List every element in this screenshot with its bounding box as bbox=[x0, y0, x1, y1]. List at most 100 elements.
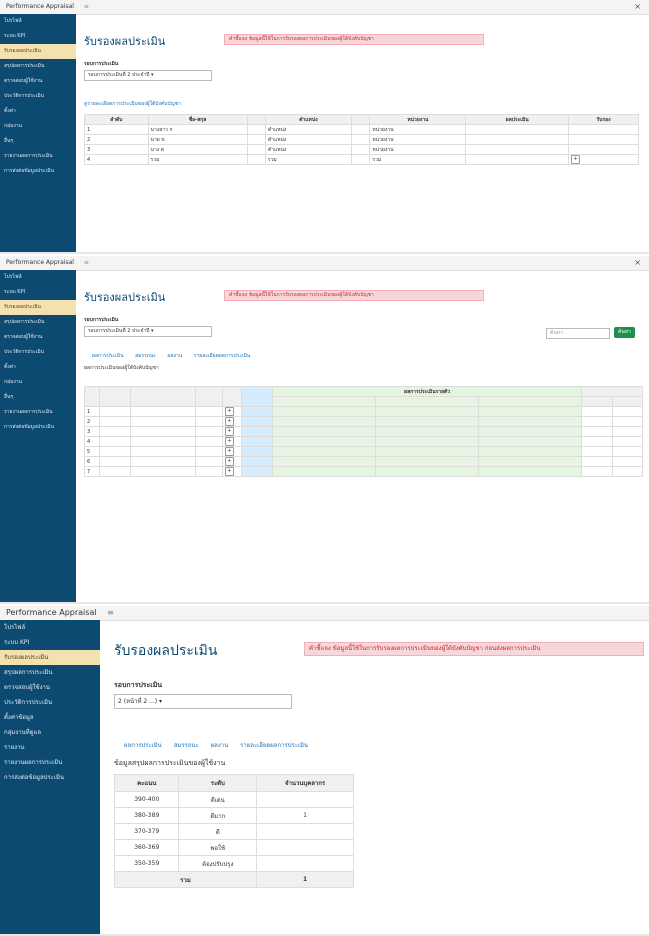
sidebar-item[interactable]: อื่นๆ bbox=[0, 390, 76, 405]
row-action-button[interactable]: + bbox=[225, 417, 234, 426]
panel-2-close-icon[interactable]: × bbox=[634, 256, 641, 270]
cell bbox=[465, 124, 570, 135]
cell bbox=[465, 154, 570, 165]
tab[interactable]: ผลงาน bbox=[211, 742, 229, 749]
col-header bbox=[84, 386, 100, 407]
cell: พอใช้ bbox=[178, 839, 258, 856]
cell: หน่วยงาน bbox=[369, 134, 467, 145]
row-action-button[interactable]: + bbox=[225, 407, 234, 416]
cell bbox=[256, 839, 354, 856]
col-header: ผลประเมิน bbox=[465, 114, 570, 125]
cell: 350-359 bbox=[113, 855, 180, 872]
page-title: รับรองผลประเมิน bbox=[84, 35, 166, 48]
sidebar-item[interactable]: ประวัติการประเมิน bbox=[0, 345, 76, 360]
round-select[interactable]: 2 (หน้าที่ 2 ...) ▾ bbox=[114, 694, 292, 709]
panel-2-menu-icon[interactable]: ≡ bbox=[84, 259, 89, 266]
sidebar-item[interactable]: รายงานผลการประเมิน bbox=[0, 755, 100, 770]
panel-1-close-icon[interactable]: × bbox=[634, 0, 641, 14]
cell: ตำแหน่ง bbox=[264, 144, 353, 155]
sidebar-item[interactable]: ประวัติการประเมิน bbox=[0, 695, 100, 710]
sidebar-item[interactable]: การส่งต่อข้อมูลประเมิน bbox=[0, 770, 100, 785]
cell bbox=[351, 154, 371, 165]
cell: นางสาว ก bbox=[147, 124, 248, 135]
alert-banner: คำชี้แจง ข้อมูลนี้ใช้ในการรับรองผลการประ… bbox=[224, 34, 484, 45]
sidebar-item[interactable]: ตรวจสอบผู้ใช้งาน bbox=[0, 330, 76, 345]
sidebar-item[interactable]: สรุปผลการประเมิน bbox=[0, 59, 76, 74]
sidebar-item[interactable]: ระบบ KPI bbox=[0, 29, 76, 44]
sidebar-item[interactable]: ระบบ KPI bbox=[0, 285, 76, 300]
page-title: รับรองผลประเมิน bbox=[114, 643, 218, 659]
tab[interactable]: รายละเอียดผลการประเมิน bbox=[240, 742, 308, 749]
cell: 2 bbox=[84, 416, 100, 427]
sidebar-item[interactable]: อื่นๆ bbox=[0, 134, 76, 149]
panel-1-menu-icon[interactable]: ≡ bbox=[84, 3, 89, 10]
row-action-button[interactable]: + bbox=[225, 447, 234, 456]
tab[interactable]: ผลการประเมิน bbox=[124, 742, 162, 749]
tab[interactable]: รายละเอียดผลการประเมิน bbox=[194, 353, 251, 359]
panel-3-menu-icon[interactable]: ≡ bbox=[107, 608, 114, 617]
cell: ตำแหน่ง bbox=[264, 124, 353, 135]
cell: รวม bbox=[264, 154, 353, 165]
sidebar-item-active[interactable]: รับรองผลประเมิน bbox=[0, 44, 76, 59]
table-row: 6 + bbox=[84, 456, 644, 467]
sidebar-item[interactable]: ตั้งค่าข้อมูล bbox=[0, 710, 100, 725]
sidebar-item[interactable]: โปรไฟล์ bbox=[0, 620, 100, 635]
sidebar-item[interactable]: ตรวจสอบผู้ใช้งาน bbox=[0, 74, 76, 89]
sidebar-item[interactable]: โปรไฟล์ bbox=[0, 270, 76, 285]
table-row: 1 นางสาว ก ตำแหน่ง หน่วยงาน bbox=[84, 124, 639, 135]
panel-1: Performance Appraisal ≡ × โปรไฟล์ ระบบ K… bbox=[0, 0, 649, 254]
sidebar-item-active[interactable]: รับรองผลประเมิน bbox=[0, 300, 76, 315]
sidebar-item[interactable]: สรุปผลการประเมิน bbox=[0, 315, 76, 330]
sidebar-item[interactable]: รายงานผลการประเมิน bbox=[0, 149, 76, 164]
sidebar-item[interactable]: ตรวจสอบผู้ใช้งาน bbox=[0, 680, 100, 695]
detail-link[interactable]: ดูรายละเอียดการประเมินของผู้ใต้บังคับบัญ… bbox=[84, 100, 181, 108]
cell: นาง ค bbox=[147, 144, 248, 155]
sub-header bbox=[478, 396, 583, 407]
sidebar-item[interactable]: กลุ่มงาน bbox=[0, 119, 76, 134]
panel-1-tab-label[interactable]: Performance Appraisal bbox=[6, 3, 74, 10]
sidebar-item[interactable]: ตั้งค่า bbox=[0, 104, 76, 119]
cell bbox=[246, 144, 266, 155]
tab[interactable]: สมรรถนะ bbox=[135, 353, 156, 359]
col-group-header bbox=[581, 386, 643, 397]
round-select[interactable]: รอบการประเมินที่ 2 ประจำปี ▾ bbox=[84, 326, 212, 337]
sidebar-item[interactable]: รายงานผลการประเมิน bbox=[0, 405, 76, 420]
sidebar-item[interactable]: กลุ่มงาน bbox=[0, 375, 76, 390]
cell bbox=[351, 144, 371, 155]
tab[interactable]: ผลงาน bbox=[168, 353, 183, 359]
panel-3-tab-label[interactable]: Performance Appraisal bbox=[6, 608, 97, 617]
sidebar-item[interactable]: ระบบ KPI bbox=[0, 635, 100, 650]
cell: 370-379 bbox=[113, 823, 180, 840]
sidebar-item[interactable]: การส่งต่อข้อมูลประเมิน bbox=[0, 420, 76, 435]
row-action-button[interactable]: + bbox=[225, 437, 234, 446]
sub-header bbox=[581, 396, 613, 407]
search-button[interactable]: ค้นหา bbox=[614, 327, 635, 338]
sidebar-item[interactable]: โปรไฟล์ bbox=[0, 14, 76, 29]
cell: 360-369 bbox=[113, 839, 180, 856]
col-header: คะแนน bbox=[113, 774, 180, 792]
sidebar-item[interactable]: การส่งต่อข้อมูลประเมิน bbox=[0, 164, 76, 179]
row-action-button[interactable]: + bbox=[571, 155, 581, 164]
round-select[interactable]: รอบการประเมินที่ 2 ประจำปี ▾ bbox=[84, 70, 212, 81]
row-action-button[interactable]: + bbox=[225, 427, 234, 436]
sidebar-item[interactable]: สรุปผลการประเมิน bbox=[0, 665, 100, 680]
col-group-header: ผลการประเมินรายตัว bbox=[271, 386, 583, 397]
tab[interactable]: ผลการประเมิน bbox=[92, 353, 123, 359]
sub-header bbox=[611, 396, 644, 407]
table-row: 1 + bbox=[84, 406, 644, 417]
sidebar-item[interactable]: รายงาน bbox=[0, 740, 100, 755]
col-header: รับรอง bbox=[568, 114, 639, 125]
col-header bbox=[195, 386, 223, 407]
sidebar-item[interactable]: ตั้งค่า bbox=[0, 360, 76, 375]
cell bbox=[256, 791, 354, 808]
sidebar-item[interactable]: กลุ่มงานที่ดูแล bbox=[0, 725, 100, 740]
row-action-button[interactable]: + bbox=[225, 467, 234, 476]
sidebar-item[interactable]: ประวัติการประเมิน bbox=[0, 89, 76, 104]
sidebar-item-active[interactable]: รับรองผลประเมิน bbox=[0, 650, 100, 665]
tab[interactable]: สมรรถนะ bbox=[174, 742, 199, 749]
search-input[interactable]: ค้นหา bbox=[546, 328, 610, 339]
cell bbox=[568, 124, 639, 135]
row-action-button[interactable]: + bbox=[225, 457, 234, 466]
panel-2-tab-label[interactable]: Performance Appraisal bbox=[6, 259, 74, 266]
total-value: 1 bbox=[256, 871, 354, 888]
